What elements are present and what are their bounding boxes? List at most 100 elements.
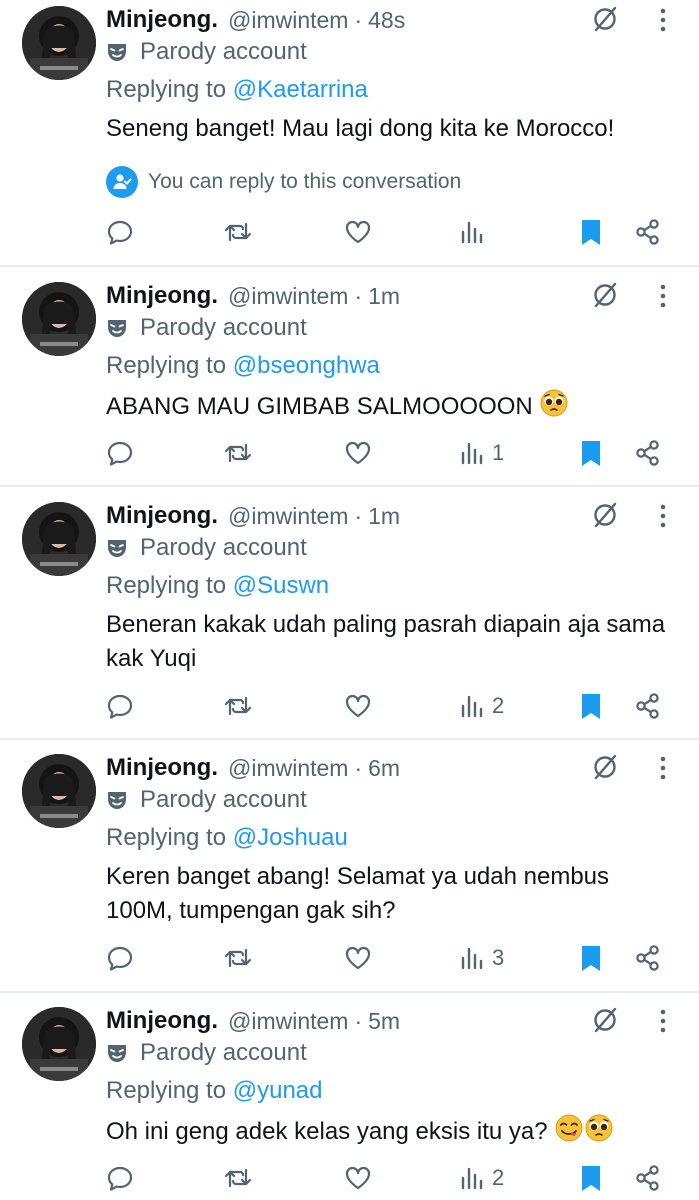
grok-icon[interactable] <box>590 500 620 535</box>
user-handle[interactable]: @imwintem <box>228 503 348 530</box>
tweet-text-content: Oh ini geng adek kelas yang eksis itu ya… <box>106 1118 548 1145</box>
avatar[interactable] <box>22 754 96 828</box>
share-button[interactable] <box>634 433 662 473</box>
reply-button[interactable] <box>106 938 134 978</box>
display-name[interactable]: Minjeong. <box>106 1007 218 1035</box>
repost-button[interactable] <box>222 938 254 978</box>
mention-link[interactable]: @yunad <box>233 1077 323 1104</box>
grok-icon[interactable] <box>590 280 620 315</box>
views-button[interactable]: 2 <box>460 1158 504 1198</box>
heart-icon <box>343 1164 373 1192</box>
avatar[interactable] <box>22 6 96 80</box>
grok-icon[interactable] <box>590 1005 620 1040</box>
tweet-header: Minjeong. @imwintem · 5m <box>106 1003 400 1039</box>
tweet-header: Minjeong. @imwintem · 6m <box>106 750 400 786</box>
mention-link[interactable]: @Kaetarrina <box>233 76 368 103</box>
like-button[interactable] <box>343 433 373 473</box>
tweet-text: ABANG MAU GIMBAB SALMOOOOON <box>106 388 691 428</box>
repost-button[interactable] <box>222 1158 254 1198</box>
display-name[interactable]: Minjeong. <box>106 6 218 34</box>
views-button[interactable]: 1 <box>460 433 504 473</box>
like-button[interactable] <box>343 212 373 252</box>
replying-prefix: Replying to <box>106 824 227 851</box>
reply-icon <box>106 692 134 720</box>
grok-icon[interactable] <box>590 4 620 39</box>
avatar[interactable] <box>22 282 96 356</box>
more-options-icon[interactable] <box>657 6 669 39</box>
timestamp[interactable]: 1m <box>368 503 400 530</box>
timestamp[interactable]: 1m <box>368 283 400 310</box>
display-name[interactable]: Minjeong. <box>106 282 218 310</box>
bookmark-button[interactable] <box>578 1158 604 1198</box>
timestamp[interactable]: 48s <box>368 7 405 34</box>
user-handle[interactable]: @imwintem <box>228 1008 348 1035</box>
like-button[interactable] <box>343 1158 373 1198</box>
reply-button[interactable] <box>106 212 134 252</box>
tweet[interactable]: Minjeong. @imwintem · 1m Parody account … <box>0 278 699 483</box>
heart-icon <box>343 692 373 720</box>
share-button[interactable] <box>634 938 662 978</box>
avatar[interactable] <box>22 502 96 576</box>
replying-to: Replying to @Suswn <box>106 572 329 600</box>
share-button[interactable] <box>634 686 662 726</box>
user-handle[interactable]: @imwintem <box>228 755 348 782</box>
mention-link[interactable]: @Suswn <box>233 572 329 599</box>
repost-button[interactable] <box>222 433 254 473</box>
parody-label: Parody account <box>106 1039 307 1067</box>
tweet[interactable]: Minjeong. @imwintem · 6m Parody account … <box>0 750 699 988</box>
timestamp[interactable]: 5m <box>368 1008 400 1035</box>
bookmark-button[interactable] <box>578 686 604 726</box>
like-button[interactable] <box>343 938 373 978</box>
reply-icon <box>106 439 134 467</box>
views-button[interactable] <box>460 212 492 252</box>
tweet[interactable]: Minjeong. @imwintem · 48s Parody account… <box>0 2 699 264</box>
timestamp[interactable]: 6m <box>368 755 400 782</box>
tweet-text: Keren banget abang! Selamat ya udah nemb… <box>106 860 646 928</box>
heart-icon <box>343 944 373 972</box>
tweet[interactable]: Minjeong. @imwintem · 5m Parody account … <box>0 1003 699 1200</box>
bookmark-button[interactable] <box>578 433 604 473</box>
mask-icon <box>106 537 128 559</box>
reply-button[interactable] <box>106 686 134 726</box>
divider <box>0 265 699 267</box>
reply-permission-icon <box>106 166 138 198</box>
avatar[interactable] <box>22 1007 96 1081</box>
user-handle[interactable]: @imwintem <box>228 7 348 34</box>
more-options-icon[interactable] <box>657 1007 669 1040</box>
views-icon <box>460 439 486 467</box>
mask-icon <box>106 41 128 63</box>
share-icon <box>634 944 662 972</box>
like-button[interactable] <box>343 686 373 726</box>
reply-button[interactable] <box>106 433 134 473</box>
views-icon <box>460 692 486 720</box>
separator-dot: · <box>354 754 363 781</box>
more-options-icon[interactable] <box>657 282 669 315</box>
display-name[interactable]: Minjeong. <box>106 502 218 530</box>
mention-link[interactable]: @bseonghwa <box>233 352 380 379</box>
bookmark-button[interactable] <box>578 212 604 252</box>
parody-text: Parody account <box>140 314 307 341</box>
repost-button[interactable] <box>222 686 254 726</box>
repost-button[interactable] <box>222 212 254 252</box>
reply-icon <box>106 1164 134 1192</box>
tweet-text: Seneng banget! Mau lagi dong kita ke Mor… <box>106 112 691 146</box>
parody-text: Parody account <box>140 38 307 65</box>
views-button[interactable]: 3 <box>460 938 504 978</box>
bookmark-button[interactable] <box>578 938 604 978</box>
display-name[interactable]: Minjeong. <box>106 754 218 782</box>
replying-prefix: Replying to <box>106 76 227 103</box>
tweet[interactable]: Minjeong. @imwintem · 1m Parody account … <box>0 498 699 736</box>
reply-button[interactable] <box>106 1158 134 1198</box>
more-options-icon[interactable] <box>657 754 669 787</box>
grok-icon[interactable] <box>590 752 620 787</box>
views-button[interactable]: 2 <box>460 686 504 726</box>
share-button[interactable] <box>634 212 662 252</box>
views-icon <box>460 218 486 246</box>
share-button[interactable] <box>634 1158 662 1198</box>
repost-icon <box>222 218 254 246</box>
views-icon <box>460 1164 486 1192</box>
user-handle[interactable]: @imwintem <box>228 283 348 310</box>
more-options-icon[interactable] <box>657 502 669 535</box>
bookmark-icon <box>578 691 604 721</box>
mention-link[interactable]: @Joshuau <box>233 824 348 851</box>
